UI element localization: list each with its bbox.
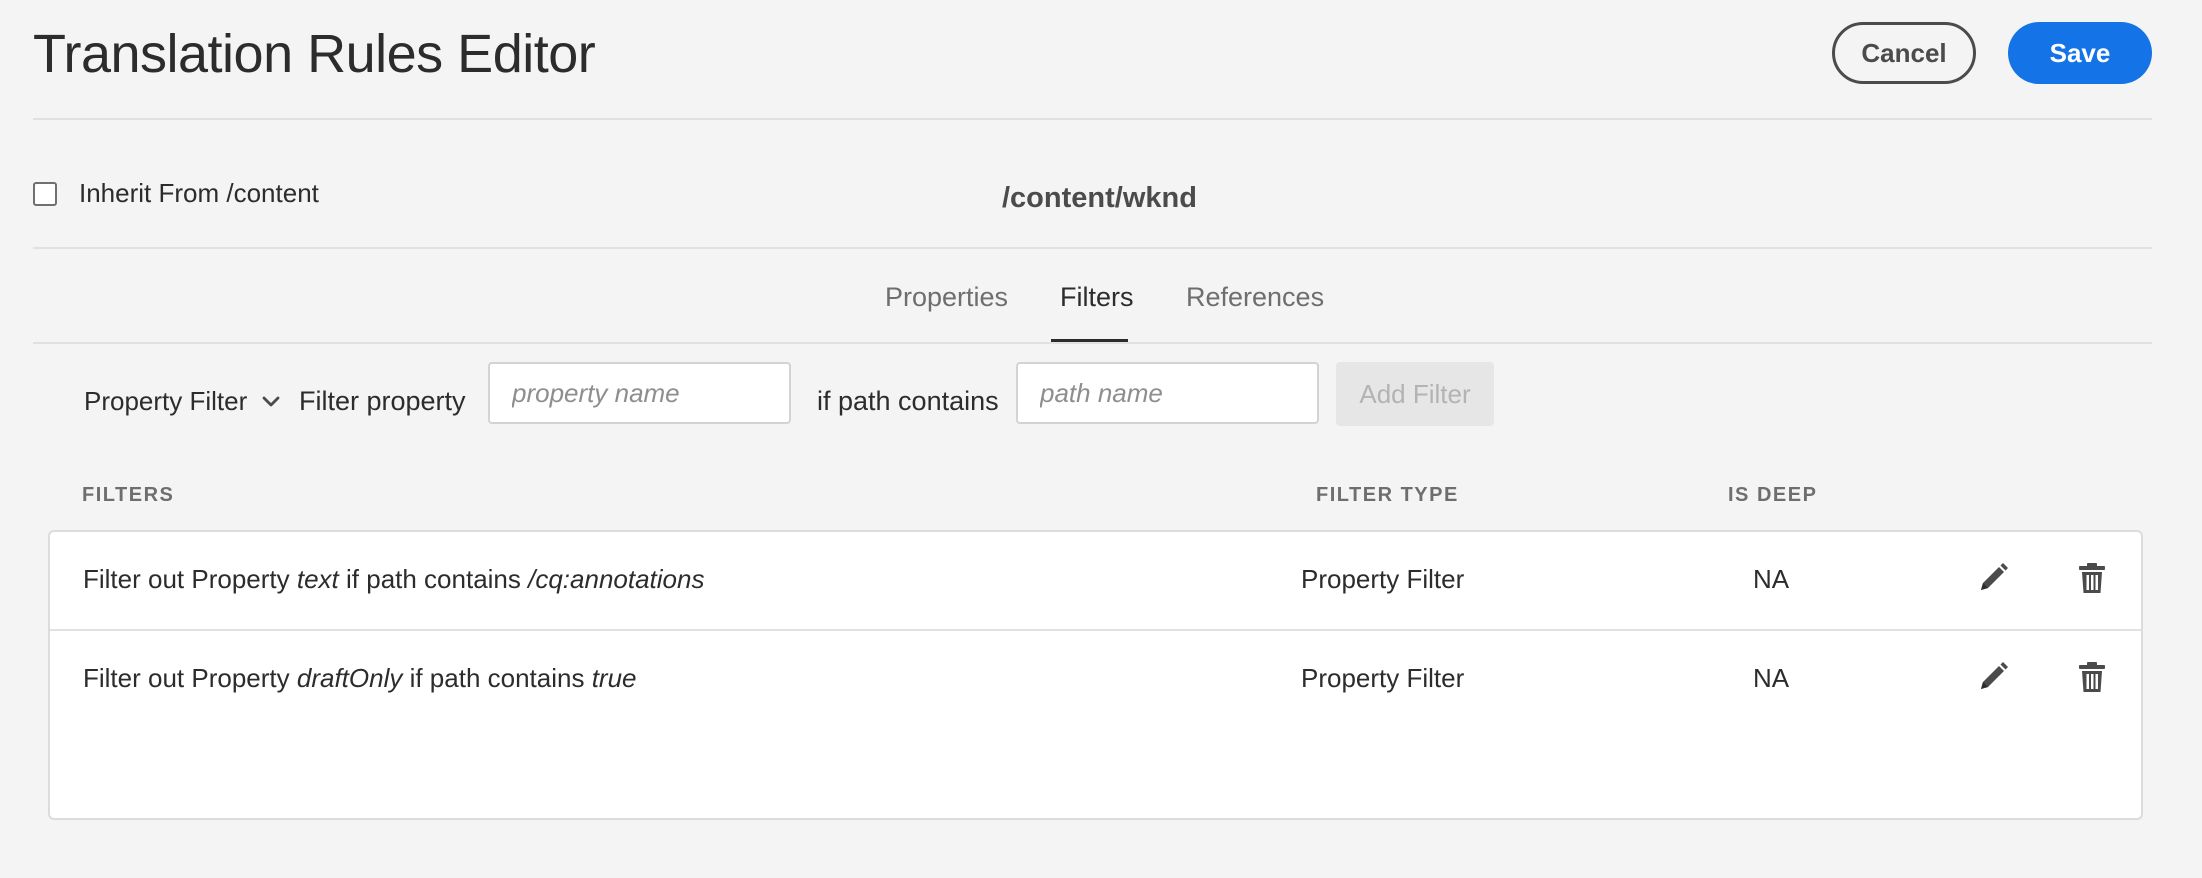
filter-type-cell: Property Filter [1301,663,1465,693]
table-row: Filter out Property draftOnly if path co… [50,631,2141,728]
page-title: Translation Rules Editor [33,24,596,84]
filter-type-dropdown[interactable]: Property Filter [84,386,281,417]
filter-description: Filter out Property text if path contain… [83,564,704,595]
cancel-button[interactable]: Cancel [1832,22,1976,84]
pencil-icon[interactable] [1975,560,2011,596]
inherit-checkbox[interactable] [33,181,57,206]
path-name-input[interactable] [1016,362,1319,424]
tab-properties[interactable]: Properties [885,282,1008,313]
trash-icon[interactable] [2074,560,2110,596]
pencil-icon[interactable] [1975,659,2011,695]
trash-icon[interactable] [2074,659,2110,695]
page-header: Translation Rules Editor Cancel Save [0,0,2202,120]
description-prefix: Filter out Property [83,663,297,693]
inherit-label: Inherit From /content [79,178,319,208]
save-button[interactable]: Save [2008,22,2152,84]
description-prefix: Filter out Property [83,564,297,594]
is-deep-cell: NA [1753,564,1790,594]
tab-references[interactable]: References [1186,282,1324,313]
description-middle: if path contains [338,564,529,594]
filter-property-label: Filter property [299,386,466,416]
table-row: Filter out Property text if path contain… [50,532,2141,631]
section-divider [33,247,2152,249]
tab-filters[interactable]: Filters [1060,282,1134,313]
if-path-contains-label: if path contains [817,386,999,416]
filter-type-cell: Property Filter [1301,564,1465,594]
tab-bar: Properties Filters References [0,270,2202,346]
content-path: /content/wknd [1002,182,1197,214]
path-value: /cq:annotations [528,564,705,594]
property-value: draftOnly [296,663,403,693]
filter-description: Filter out Property draftOnly if path co… [83,663,637,694]
filter-bar: Property Filter Filter property if path … [0,360,2202,430]
add-filter-button[interactable]: Add Filter [1336,362,1494,426]
column-header-is-deep: IS DEEP [1728,484,1818,506]
path-value: true [591,663,637,693]
is-deep-cell: NA [1753,663,1790,693]
inherit-option[interactable]: Inherit From /content [33,178,319,209]
description-middle: if path contains [402,663,592,693]
property-value: text [296,564,339,594]
property-name-input[interactable] [488,362,791,424]
filter-type-value: Property Filter [84,386,248,416]
chevron-down-icon [262,396,280,406]
tabs-divider [33,342,2152,344]
filters-table: Filter out Property text if path contain… [48,530,2143,820]
column-header-filter-type: FILTER TYPE [1316,484,1459,506]
header-divider [33,118,2152,120]
column-header-filters: FILTERS [82,484,175,506]
